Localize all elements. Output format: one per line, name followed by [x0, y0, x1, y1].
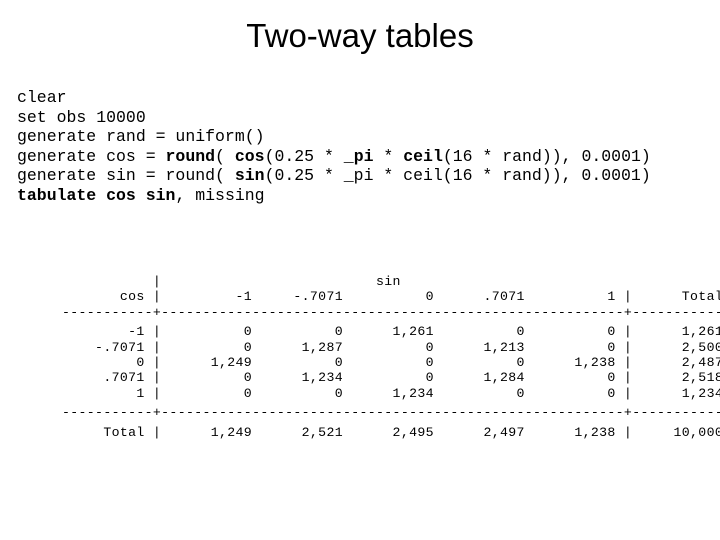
code-line: generate cos = round( cos(0.25 * _pi * c… [17, 147, 651, 167]
code-line: generate rand = uniform() [17, 127, 651, 147]
stata-code-block: clear set obs 10000 generate rand = unifor… [17, 88, 651, 206]
code-keyword: ceil [403, 146, 443, 166]
table-row: 1 | 0 0 1,234 0 0 | 1,234 [62, 385, 720, 401]
code-text: generate cos = [17, 146, 166, 166]
code-line: tabulate cos sin, missing [17, 186, 651, 206]
table-column-headers: cos | -1 -.7071 0 .7071 1 | Total [62, 289, 720, 305]
code-text: ( [215, 146, 235, 166]
table-row: -.7071 | 0 1,287 0 1,213 0 | 2,500 [62, 339, 720, 355]
code-text: (16 * rand)), 0.0001) [442, 146, 651, 166]
code-text: , missing [175, 185, 265, 205]
table-row: -1 | 0 0 1,261 0 0 | 1,261 [62, 324, 720, 340]
code-keyword: tabulate cos sin [17, 185, 176, 205]
code-keyword: round [165, 146, 216, 166]
code-text: (0.25 * _pi * ceil(16 * rand)), 0.0001) [264, 166, 651, 186]
table-row: 0 | 1,249 0 0 0 1,238 | 2,487 [62, 355, 720, 371]
code-line: clear [17, 88, 651, 108]
code-keyword: _pi [343, 146, 374, 166]
code-text: generate rand = uniform() [17, 127, 265, 147]
page-title: Two-way tables [246, 17, 474, 54]
code-text: generate sin = round( [17, 166, 235, 186]
code-keyword: sin [234, 166, 265, 186]
table-col-variable-header: | sin [62, 274, 401, 289]
stata-output-table: | sin cos | -1 -.7071 0 .7071 1 | Total -… [62, 274, 720, 440]
code-text: * [373, 146, 404, 166]
code-keyword: cos [234, 146, 265, 166]
table-separator-bottom: -----------+----------------------------… [62, 405, 720, 421]
code-line: set obs 10000 [17, 108, 651, 128]
code-text: clear [17, 88, 67, 107]
code-text: set obs 10000 [17, 107, 146, 127]
code-line: generate sin = round( sin(0.25 * _pi * c… [17, 166, 651, 186]
code-text: (0.25 * [264, 146, 344, 166]
table-row: .7071 | 0 1,234 0 1,284 0 | 2,518 [62, 370, 720, 386]
table-totals-row: Total | 1,249 2,521 2,495 2,497 1,238 | … [62, 424, 720, 440]
table-separator-top: -----------+----------------------------… [62, 304, 720, 320]
